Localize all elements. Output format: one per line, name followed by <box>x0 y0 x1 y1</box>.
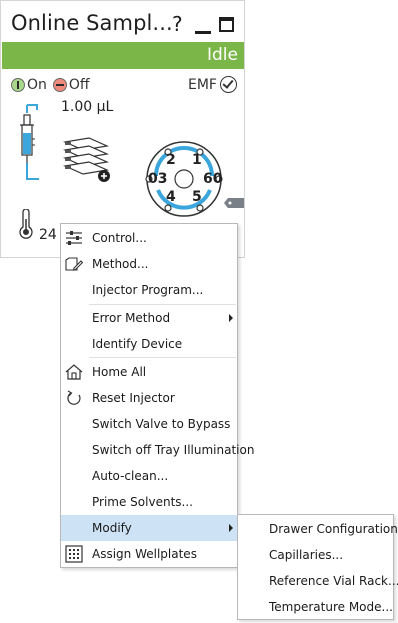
method-edit-icon <box>65 257 83 271</box>
valve-port-4: 4 <box>166 189 176 205</box>
menu-item-label: Modify <box>92 521 132 535</box>
context-menu: Control... Method... Injector Program...… <box>60 223 254 568</box>
submenu-item-temperature-mode[interactable]: Temperature Mode... <box>238 594 393 620</box>
menu-item-auto-clean[interactable]: Auto-clean... <box>61 463 237 489</box>
panel-title-bar: Online Sampl... ? <box>1 1 244 41</box>
menu-item-error-method[interactable]: Error Method <box>61 305 237 331</box>
menu-item-label: Prime Solvents... <box>92 495 193 509</box>
valve-port-1: 1 <box>192 152 202 168</box>
thermometer-icon <box>19 209 33 239</box>
device-panel: Online Sampl... ? Idle On Off EMF 1.00 µ… <box>0 0 245 258</box>
emf-label: EMF <box>188 76 217 93</box>
submenu-arrow-icon <box>229 314 233 322</box>
menu-item-label: Error Method <box>92 311 171 325</box>
valve-port-6: 60 <box>203 171 223 187</box>
home-icon <box>65 364 83 380</box>
menu-item-control[interactable]: Control... <box>61 225 237 251</box>
modify-submenu: Drawer Configuration... Capillaries... R… <box>237 514 398 620</box>
injection-volume: 1.00 µL <box>61 99 114 115</box>
syringe-icon <box>20 104 39 180</box>
valve-port-2: 2 <box>166 152 176 168</box>
temperature-value: 24 <box>39 227 57 243</box>
menu-item-modify[interactable]: Modify <box>61 515 237 541</box>
submenu-item-capillaries[interactable]: Capillaries... <box>238 542 393 568</box>
panel-title: Online Sampl... <box>11 11 173 35</box>
menu-item-identify-device[interactable]: Identify Device <box>61 331 237 357</box>
emf-indicator[interactable]: EMF <box>188 76 237 93</box>
maximize-button[interactable] <box>219 17 234 32</box>
menu-item-label: Switch off Tray Illumination <box>92 443 255 457</box>
menu-item-label: Auto-clean... <box>92 469 169 483</box>
menu-item-tray-illumination[interactable]: Switch off Tray Illumination <box>61 437 254 463</box>
reset-arrow-icon <box>67 390 81 405</box>
submenu-item-label: Capillaries... <box>269 548 344 562</box>
menu-item-label: Switch Valve to Bypass <box>92 417 231 431</box>
minimize-button[interactable] <box>195 31 211 34</box>
menu-item-label: Injector Program... <box>92 283 204 297</box>
menu-item-switch-valve[interactable]: Switch Valve to Bypass <box>61 411 237 437</box>
sliders-icon <box>66 231 82 245</box>
submenu-item-drawer-configuration[interactable]: Drawer Configuration... <box>238 516 398 542</box>
power-on-label[interactable]: On <box>27 77 47 93</box>
menu-item-method[interactable]: Method... <box>61 251 237 277</box>
menu-item-prime-solvents[interactable]: Prime Solvents... <box>61 489 237 515</box>
menu-item-home-all[interactable]: Home All <box>61 359 237 385</box>
submenu-item-label: Temperature Mode... <box>269 600 393 614</box>
menu-item-reset-injector[interactable]: Reset Injector <box>61 385 237 411</box>
power-on-icon[interactable] <box>11 78 25 92</box>
menu-item-label: Identify Device <box>92 337 183 351</box>
submenu-item-label: Reference Vial Rack... <box>269 574 398 588</box>
valve-port-5: 5 <box>192 189 202 205</box>
menu-item-label: Assign Wellplates <box>92 547 197 561</box>
status-bar: Idle <box>2 42 244 69</box>
menu-item-label: Control... <box>92 231 147 245</box>
help-button[interactable]: ? <box>172 12 183 36</box>
menu-item-injector-program[interactable]: Injector Program... <box>61 277 237 303</box>
menu-item-label: Reset Injector <box>92 391 175 405</box>
menu-separator <box>89 357 236 358</box>
wellplate-grid-icon <box>65 545 83 563</box>
power-off-label[interactable]: Off <box>69 77 90 93</box>
power-off-icon[interactable] <box>52 78 67 92</box>
status-text: Idle <box>207 45 238 65</box>
valve-port-3: 03 <box>148 171 168 187</box>
power-controls: On Off <box>11 76 90 94</box>
emf-check-icon <box>219 76 237 93</box>
menu-item-assign-wellplates[interactable]: Assign Wellplates <box>61 541 237 567</box>
submenu-item-label: Drawer Configuration... <box>269 522 398 536</box>
sample-trays-icon <box>63 137 110 182</box>
menu-item-label: Home All <box>92 365 147 379</box>
submenu-item-reference-vial-rack[interactable]: Reference Vial Rack... <box>238 568 398 594</box>
menu-item-label: Method... <box>92 257 149 271</box>
submenu-arrow-icon <box>229 524 233 532</box>
